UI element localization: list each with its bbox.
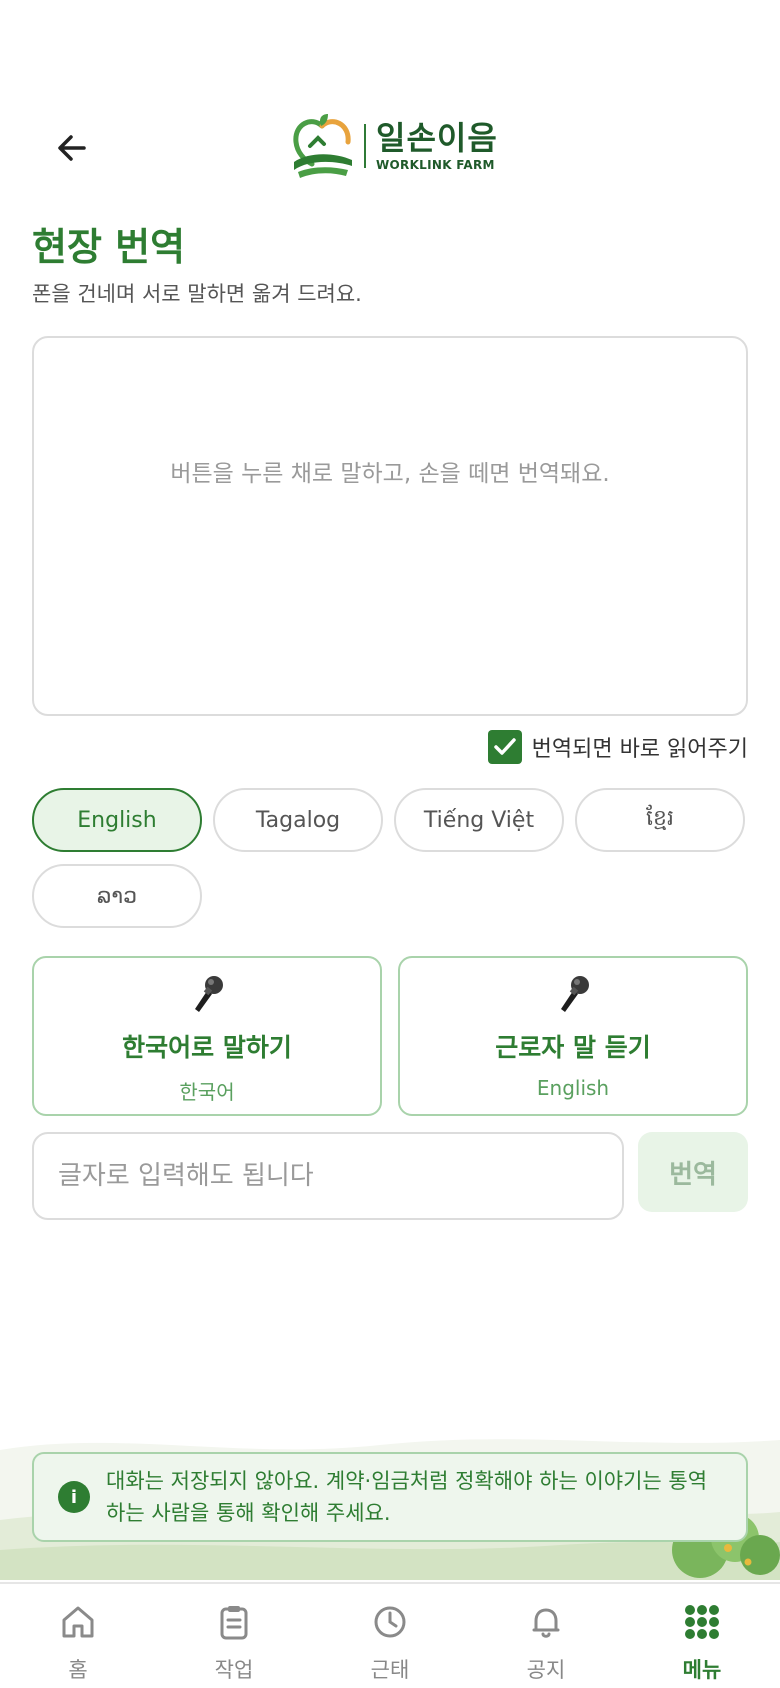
language-option-khmer[interactable]: ខ្មែរ [575,788,745,852]
page-title: 현장 번역 [32,225,186,269]
language-option-lao[interactable]: ລາວ [32,864,202,928]
nav-label-notices: 공지 [526,1658,566,1682]
header: 일손이음 WORKLINK FARM [0,100,780,190]
bell-icon [532,1608,560,1638]
nav-item-tasks[interactable]: 작업 [156,1584,312,1688]
checkmark-icon [493,738,516,755]
auto-read-toggle[interactable]: 번역되면 바로 읽어주기 [487,730,748,764]
clock-icon [374,1606,406,1638]
notice-text: 대화는 저장되지 않아요. 계약·임금처럼 정확해야 하는 이야기는 통역하는 … [106,1469,708,1525]
bottom-navigation: 홈 작업 근태 공지 메뉴 [0,1582,780,1688]
nav-item-menu[interactable]: 메뉴 [624,1584,780,1688]
transcript-panel: 버튼을 누른 채로 말하고, 손을 떼면 번역돼요. [32,336,748,716]
back-button[interactable] [48,124,96,172]
page-subtitle: 폰을 건네며 서로 말하면 옮겨 드려요. [32,282,362,306]
auto-read-label: 번역되면 바로 읽어주기 [531,737,748,762]
nav-label-tasks: 작업 [214,1658,254,1682]
logo-divider [364,124,366,168]
transcript-hint: 버튼을 누른 채로 말하고, 손을 떼면 번역돼요. [170,461,610,487]
speak-korean-title: 한국어로 말하기 [122,1033,292,1062]
speak-korean-button[interactable]: 한국어로 말하기 한국어 [32,956,382,1116]
language-option-english[interactable]: English [32,788,202,852]
nav-label-home: 홈 [68,1658,88,1682]
microphone-icon [195,976,223,1012]
microphone-icon [561,976,589,1012]
nav-item-notices[interactable]: 공지 [468,1584,624,1688]
listen-worker-button[interactable]: 근로자 말 듣기 English [398,956,748,1116]
nav-item-home[interactable]: 홈 [0,1584,156,1688]
arrow-left-icon [58,135,86,161]
clipboard-icon [220,1606,248,1640]
privacy-notice: i 대화는 저장되지 않아요. 계약·임금처럼 정확해야 하는 이야기는 통역하… [32,1452,748,1542]
auto-read-checkbox[interactable] [487,730,522,764]
logo-mark-icon [293,114,352,178]
translate-button[interactable]: 번역 [638,1132,748,1212]
nav-label-menu: 메뉴 [682,1658,722,1682]
logo-title: 일손이음 [376,118,498,157]
language-option-vietnamese[interactable]: Tiếng Việt [394,788,564,852]
text-translate-input[interactable] [32,1132,624,1220]
listen-worker-language: English [536,1076,610,1100]
listen-worker-title: 근로자 말 듣기 [495,1033,651,1062]
nav-label-attendance: 근태 [370,1658,410,1682]
nav-item-attendance[interactable]: 근태 [312,1584,468,1688]
info-icon: i [58,1481,90,1513]
grid-menu-icon [685,1605,719,1639]
home-icon [62,1606,94,1638]
logo-subtitle: WORKLINK FARM [376,157,495,172]
language-option-tagalog[interactable]: Tagalog [213,788,383,852]
app-logo: 일손이음 WORKLINK FARM [288,108,498,184]
speak-korean-language: 한국어 [179,1080,235,1104]
